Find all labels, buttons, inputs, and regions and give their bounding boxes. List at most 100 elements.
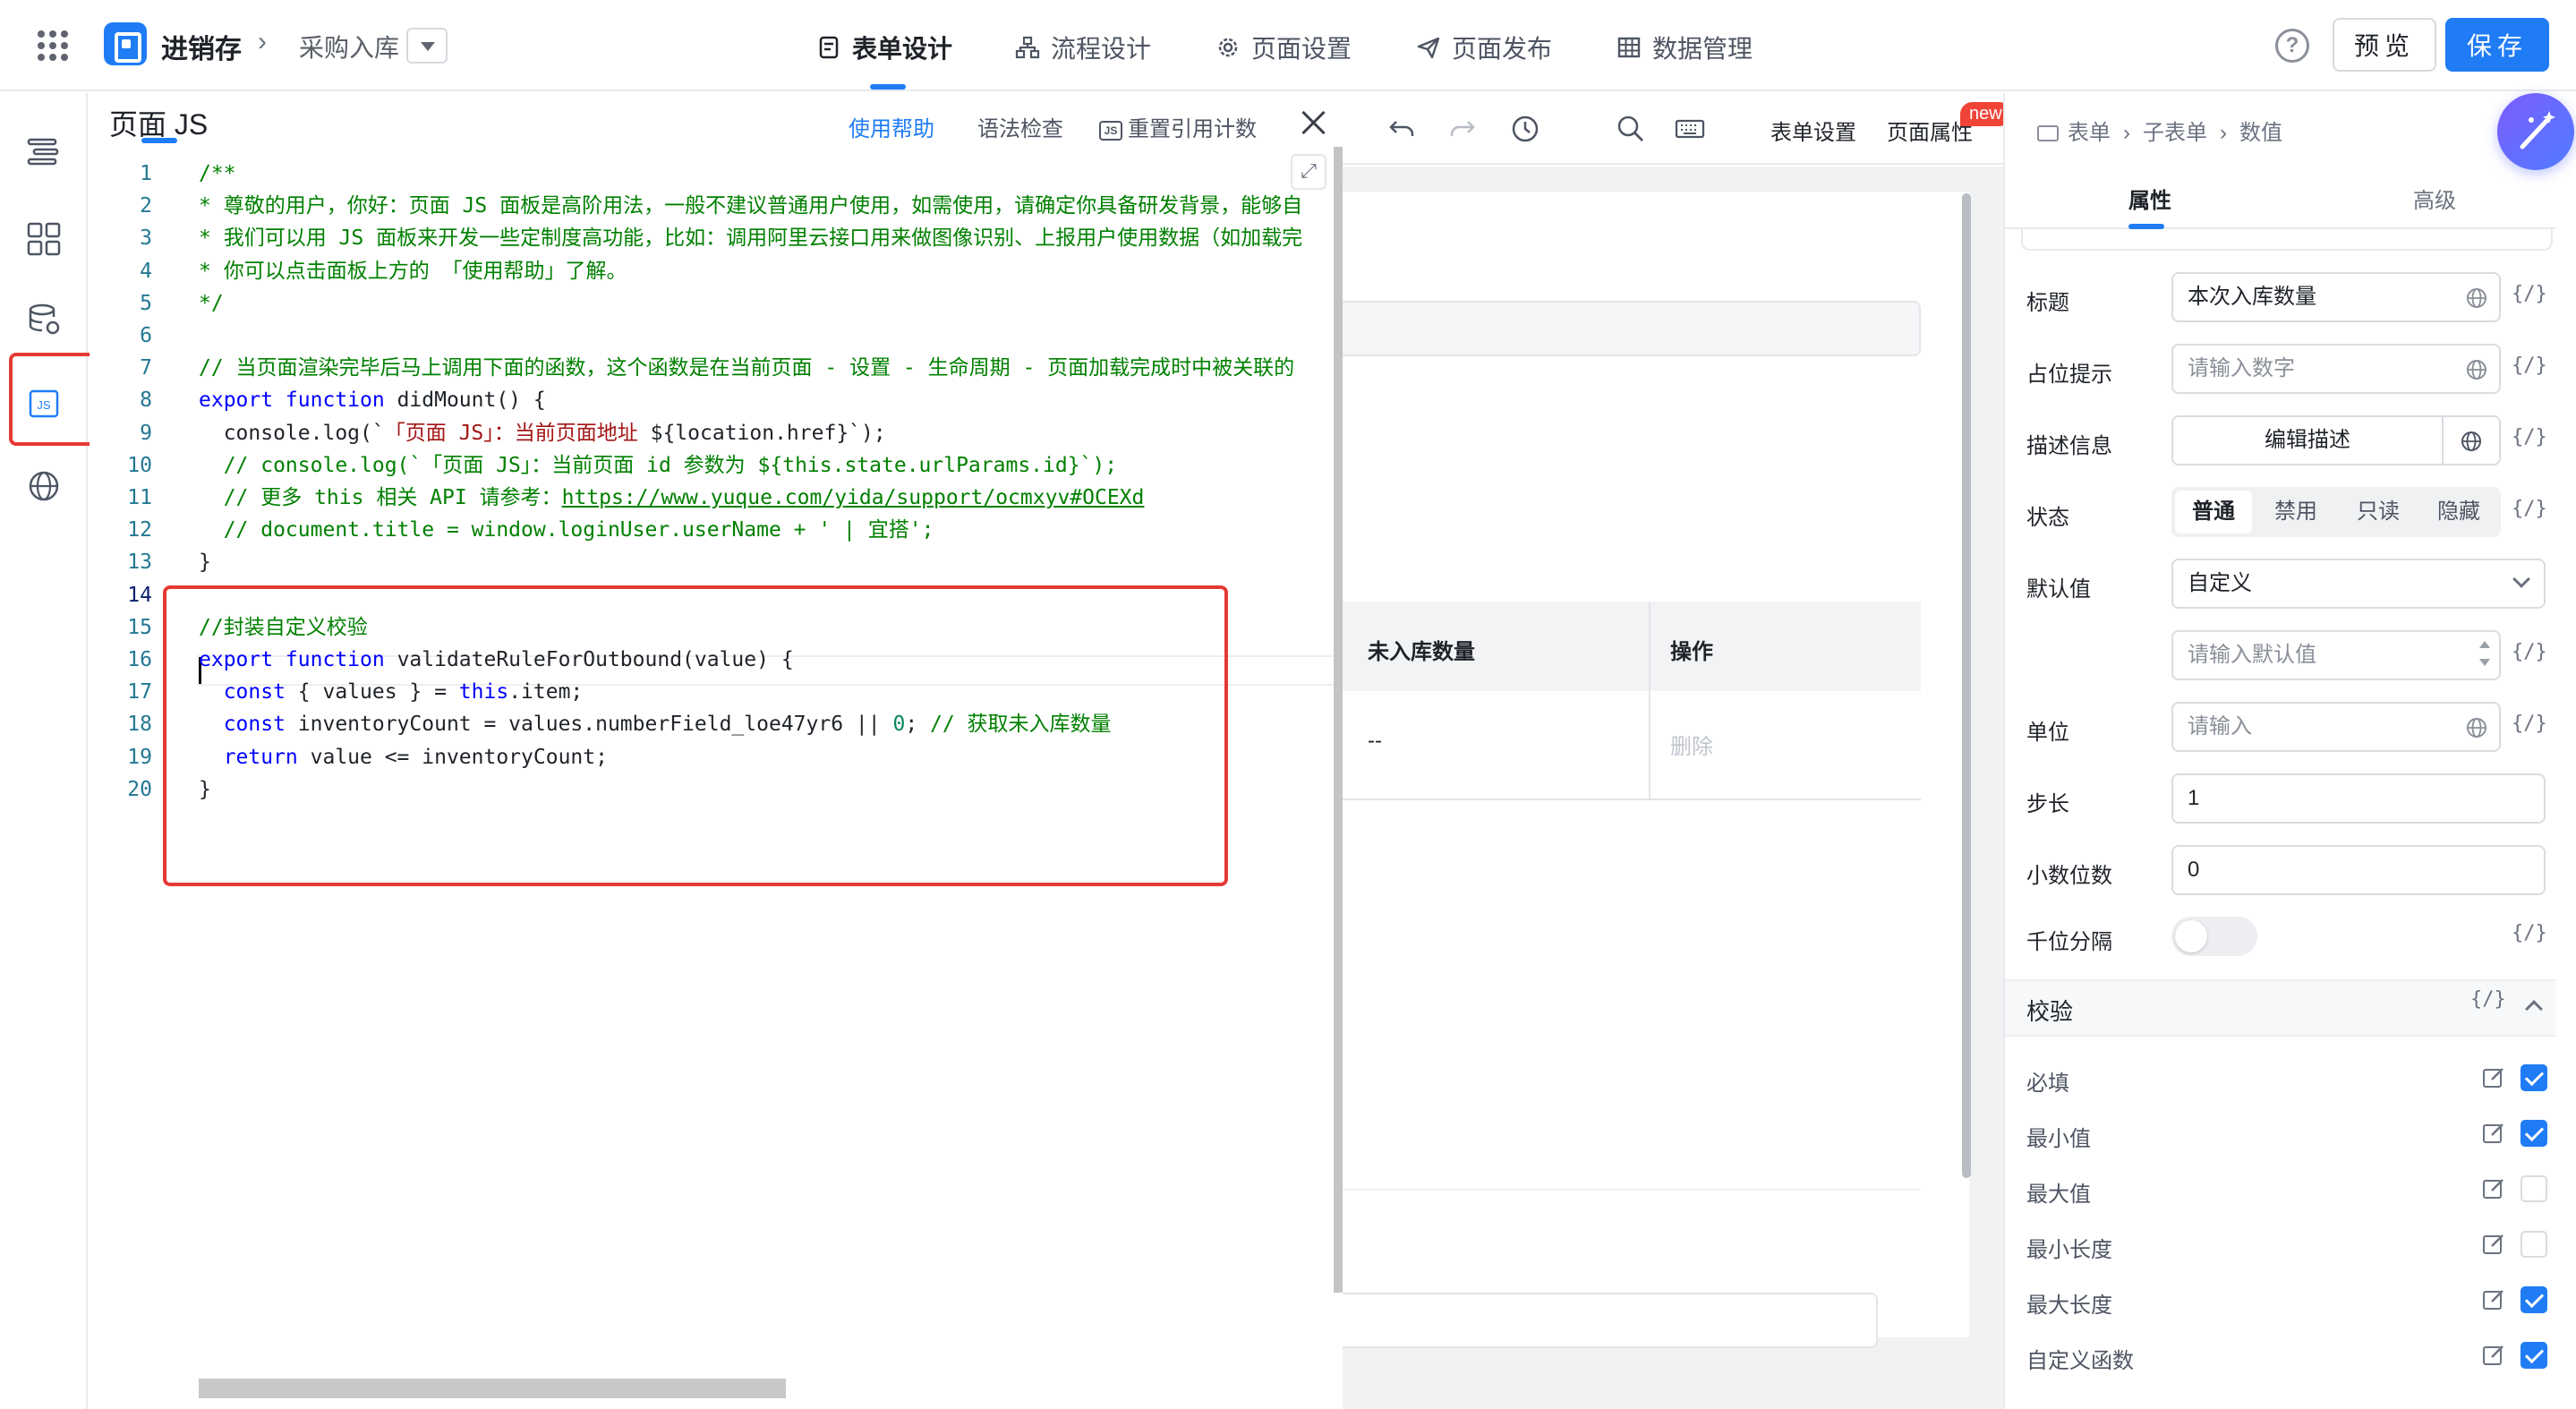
globe-icon[interactable] <box>2465 286 2488 310</box>
edit-icon[interactable] <box>2481 1343 2506 1368</box>
state-option-disabled[interactable]: 禁用 <box>2257 491 2334 534</box>
search-icon[interactable] <box>1615 113 1647 145</box>
line-number: 17 <box>127 680 152 704</box>
default-value-input[interactable]: 请输入默认值 <box>2171 630 2501 680</box>
reset-reference-count-button[interactable]: JS 重置引用计数 <box>1099 111 1257 142</box>
datasource-icon[interactable] <box>25 301 63 338</box>
thousands-separator-toggle[interactable] <box>2171 917 2257 956</box>
code-line[interactable]: 12 // document.title = window.loginUser.… <box>90 514 1343 546</box>
edit-icon[interactable] <box>2481 1121 2506 1146</box>
ai-assistant-icon[interactable] <box>2497 93 2574 170</box>
apps-grid-icon[interactable] <box>38 30 68 61</box>
globe-icon[interactable] <box>2465 358 2488 381</box>
code-line[interactable]: 6 <box>90 320 1343 352</box>
code-token: // 当页面渲染完毕后马上调用下面的函数，这个函数是在当前页面 - 设置 - 生… <box>199 356 1295 380</box>
variable-binding-icon[interactable]: {/} <box>2512 426 2547 448</box>
redo-icon[interactable] <box>1446 113 1479 145</box>
placeholder-input[interactable]: 请输入数字 <box>2171 344 2501 394</box>
validation-rule-checkbox[interactable] <box>2521 1342 2547 1369</box>
code-line[interactable]: 11 // 更多 this 相关 API 请参考：https://www.yuq… <box>90 482 1343 514</box>
keyboard-icon[interactable] <box>1674 113 1706 145</box>
tab-advanced[interactable]: 高级 <box>2413 183 2456 214</box>
variable-binding-icon[interactable]: {/} <box>2470 988 2506 1011</box>
code-line[interactable]: 3 * 我们可以用 JS 面板来开发一些定制度高功能，比如：调用阿里云接口用来做图… <box>90 222 1343 254</box>
tab-page-publish[interactable]: 页面发布 <box>1416 30 1552 65</box>
save-button[interactable]: 保存 <box>2445 18 2549 72</box>
code-token[interactable]: https://www.yuque.com/yida/support/ocmxy… <box>562 486 1145 509</box>
editor-vertical-scrollbar[interactable] <box>1334 147 1343 1293</box>
edit-icon[interactable] <box>2481 1232 2506 1257</box>
help-icon[interactable]: ? <box>2275 29 2309 63</box>
page-switch-dropdown[interactable] <box>406 28 448 64</box>
decimals-input[interactable]: 0 <box>2171 845 2546 895</box>
state-option-hidden[interactable]: 隐藏 <box>2420 491 2497 534</box>
app-name[interactable]: 进销存 <box>161 27 242 66</box>
code-line[interactable]: 8 export function didMount() { <box>90 384 1343 416</box>
gear-icon <box>1218 38 1238 57</box>
code-line[interactable]: 13} <box>90 546 1343 578</box>
number-stepper-icon[interactable] <box>2478 637 2492 673</box>
edit-icon[interactable] <box>2481 1176 2506 1201</box>
top-bar: 进销存 › 采购入库 表单设计 流程设计 页面设置 页面发布 数据管理 ? 预览… <box>0 0 2576 91</box>
step-input[interactable]: 1 <box>2171 773 2546 824</box>
breadcrumb-page-name[interactable]: 采购入库 <box>299 29 399 64</box>
crumb-form[interactable]: 表单 <box>2068 121 2111 145</box>
form-settings-button[interactable]: 表单设置 <box>1770 115 1856 146</box>
globe-icon[interactable] <box>2465 716 2488 739</box>
undo-icon[interactable] <box>1386 113 1418 145</box>
variable-binding-icon[interactable]: {/} <box>2512 641 2547 663</box>
form-field-preview[interactable] <box>1343 301 1921 356</box>
default-value-select[interactable]: 自定义 <box>2171 559 2546 609</box>
tab-form-design[interactable]: 表单设计 <box>816 30 952 65</box>
globe-icon[interactable] <box>2460 430 2483 453</box>
variable-binding-icon[interactable]: {/} <box>2512 498 2547 520</box>
syntax-check-button[interactable]: 语法检查 <box>977 111 1063 142</box>
canvas-vertical-scrollbar[interactable] <box>1962 193 1971 1178</box>
edit-description-button[interactable]: 编辑描述 <box>2171 415 2501 465</box>
code-line[interactable]: 4 * 你可以点击面板上方的 「使用帮助」了解。 <box>90 255 1343 287</box>
variable-binding-icon[interactable]: {/} <box>2512 283 2547 305</box>
code-line[interactable]: 9 console.log(`「页面 JS」：当前页面地址 ${location… <box>90 417 1343 449</box>
variable-binding-icon[interactable]: {/} <box>2512 354 2547 377</box>
outline-icon[interactable] <box>25 132 63 170</box>
tab-data-management[interactable]: 数据管理 <box>1616 30 1753 65</box>
code-line[interactable]: 1 /** <box>90 158 1343 190</box>
variable-binding-icon[interactable]: {/} <box>2512 922 2547 944</box>
state-option-readonly[interactable]: 只读 <box>2340 491 2417 534</box>
title-input[interactable]: 本次入库数量 <box>2171 272 2501 322</box>
code-line[interactable]: 2 * 尊敬的用户，你好：页面 JS 面板是高阶用法，一般不建议普通用户使用，如需… <box>90 190 1343 222</box>
flow-icon <box>1015 36 1040 59</box>
label-default-value: 默认值 <box>2026 577 2091 602</box>
code-line[interactable]: 7 // 当页面渲染完毕后马上调用下面的函数，这个函数是在当前页面 - 设置 - … <box>90 352 1343 384</box>
editor-horizontal-scrollbar[interactable] <box>199 1379 786 1398</box>
edit-icon[interactable] <box>2481 1065 2506 1090</box>
canvas-toolbar: 表单设置 页面属性 <box>1343 93 2003 165</box>
crumb-subform[interactable]: 子表单 <box>2143 121 2207 145</box>
form-field-preview-2[interactable] <box>1343 1293 1878 1348</box>
history-clock-icon[interactable] <box>1509 113 1541 145</box>
validation-rule-checkbox[interactable] <box>2521 1286 2547 1313</box>
variable-binding-icon[interactable]: {/} <box>2512 713 2547 735</box>
label-placeholder: 占位提示 <box>2026 363 2112 387</box>
validation-rule-checkbox[interactable] <box>2521 1064 2547 1091</box>
close-icon[interactable] <box>1300 109 1326 136</box>
help-link[interactable]: 使用帮助 <box>849 111 934 142</box>
validation-rule-checkbox[interactable] <box>2521 1175 2547 1202</box>
preview-button[interactable]: 预览 <box>2333 18 2436 72</box>
crumb-number[interactable]: 数值 <box>2239 121 2282 145</box>
validation-rule-label: 最大长度 <box>2026 1294 2112 1318</box>
code-line[interactable]: 5 */ <box>90 287 1343 320</box>
unit-input[interactable]: 请输入 <box>2171 702 2501 752</box>
code-text: */ <box>199 287 224 320</box>
validation-rule-checkbox[interactable] <box>2521 1120 2547 1147</box>
code-line[interactable]: 10 // console.log(`「页面 JS」：当前页面 id 参数为 $… <box>90 449 1343 482</box>
tab-properties[interactable]: 属性 <box>2128 183 2171 214</box>
tab-page-settings[interactable]: 页面设置 <box>1215 30 1352 65</box>
delete-row-link[interactable]: 删除 <box>1670 729 1713 760</box>
globe-icon[interactable] <box>25 467 63 505</box>
tab-flow-design[interactable]: 流程设计 <box>1015 30 1151 65</box>
validation-rule-checkbox[interactable] <box>2521 1231 2547 1258</box>
components-icon[interactable] <box>25 220 63 258</box>
edit-icon[interactable] <box>2481 1287 2506 1312</box>
state-option-normal[interactable]: 普通 <box>2175 491 2252 534</box>
